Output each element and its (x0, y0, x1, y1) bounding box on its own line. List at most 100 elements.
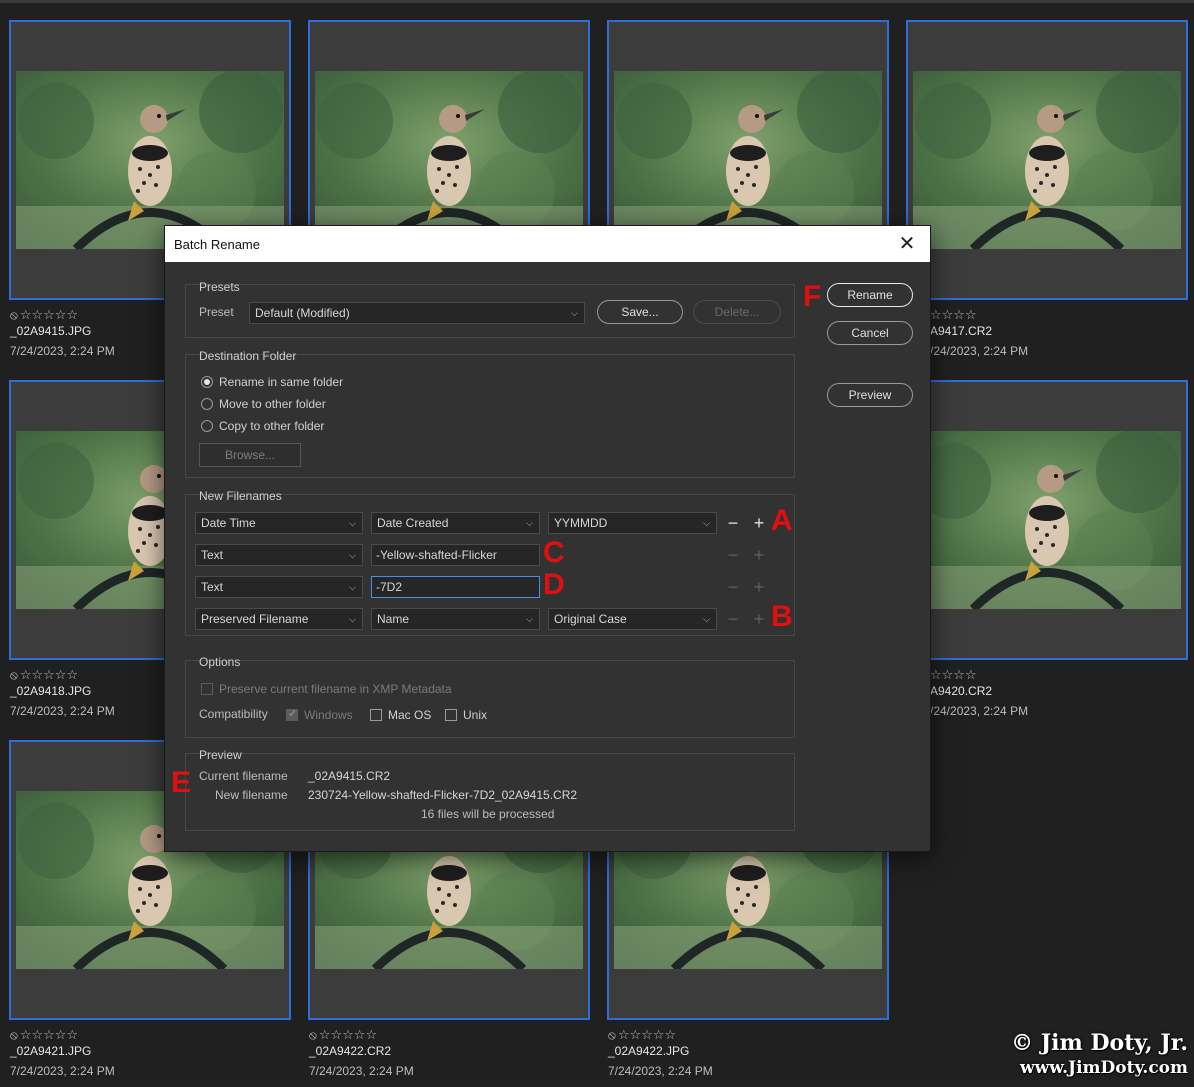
new-filename-label: New filename (215, 788, 288, 802)
new-filenames-section-title: New Filenames (199, 489, 282, 503)
unix-label: Unix (463, 708, 488, 722)
preset-select[interactable]: Default (Modified) ⌵ (249, 302, 585, 324)
preserve-filename-checkbox[interactable] (201, 683, 213, 695)
thumbnail-date: 7/24/2023, 2:24 PM (10, 1064, 115, 1078)
options-section (185, 660, 795, 738)
thumbnail-meta: ⦸ ☆☆☆☆☆ _02A9421.JPG 7/24/2023, 2:24 PM (10, 1027, 290, 1083)
dialog-titlebar: Batch Rename ✕ (165, 226, 930, 262)
thumbnail-meta: ⦸ ☆☆☆☆☆ _02A9422.JPG 7/24/2023, 2:24 PM (608, 1027, 888, 1083)
thumbnail-meta: ☆☆☆☆ A9420.CR2 /24/2023, 2:24 PM (930, 667, 1194, 723)
filename-row-1-format-select[interactable]: YYMMDD ⌵ (548, 512, 717, 534)
annotation-f: F (803, 280, 822, 313)
rating-stars[interactable]: ⦸ ☆☆☆☆☆ (309, 1027, 589, 1043)
macos-label: Mac OS (388, 708, 432, 722)
bridge-content-panel: ⦸ ☆☆☆☆☆ _02A9415.JPG 7/24/2023, 2:24 PM ☆… (0, 0, 1194, 1087)
annotation-e: E (171, 766, 192, 799)
filename-row-4-format-select[interactable]: Original Case ⌵ (548, 608, 717, 630)
dialog-title: Batch Rename (174, 236, 260, 252)
rename-button[interactable]: Rename (827, 283, 913, 307)
radio-rename-same-folder[interactable] (201, 376, 213, 388)
filename-row-2-type: Text (201, 548, 224, 562)
reject-icon[interactable]: ⦸ (10, 1028, 18, 1043)
thumbnail-filename: _02A9422.CR2 (309, 1044, 392, 1058)
thumbnail-date: /24/2023, 2:24 PM (930, 344, 1029, 358)
delete-preset-button[interactable]: Delete... (693, 300, 781, 324)
thumbnail-filename: A9417.CR2 (930, 324, 993, 338)
chevron-down-icon: ⌵ (571, 308, 578, 318)
save-preset-button[interactable]: Save... (597, 300, 683, 324)
minus-icon[interactable]: − (725, 610, 741, 628)
filename-row-2-text-input[interactable]: -Yellow-shafted-Flicker (371, 544, 540, 566)
move-other-folder-label[interactable]: Move to other folder (219, 397, 326, 411)
copy-other-folder-label[interactable]: Copy to other folder (219, 419, 324, 433)
radio-move-other-folder[interactable] (201, 398, 213, 410)
chevron-down-icon: ⌵ (349, 518, 356, 528)
thumbnail-meta: ☆☆☆☆ A9417.CR2 /24/2023, 2:24 PM (930, 307, 1194, 363)
reject-icon[interactable]: ⦸ (608, 1028, 616, 1043)
filename-row-1-field: Date Created (377, 516, 449, 530)
thumbnail-meta: ⦸ ☆☆☆☆☆ _02A9422.CR2 7/24/2023, 2:24 PM (309, 1027, 589, 1083)
rating-stars[interactable]: ⦸ ☆☆☆☆☆ (10, 1027, 290, 1043)
macos-checkbox[interactable] (370, 709, 382, 721)
rename-same-folder-label[interactable]: Rename in same folder (219, 375, 343, 389)
watermark-copyright: © Jim Doty, Jr. (1011, 1030, 1188, 1056)
filename-row-3-type-select[interactable]: Text ⌵ (195, 576, 363, 598)
annotation-b: B (771, 600, 793, 633)
thumbnail-card[interactable] (906, 380, 1188, 660)
reject-icon[interactable]: ⦸ (309, 1028, 317, 1043)
radio-copy-other-folder[interactable] (201, 420, 213, 432)
options-section-title: Options (199, 655, 241, 669)
thumbnail-date: /24/2023, 2:24 PM (930, 704, 1029, 718)
filename-row-2-type-select[interactable]: Text ⌵ (195, 544, 363, 566)
chevron-down-icon: ⌵ (703, 518, 710, 528)
chevron-down-icon: ⌵ (349, 582, 356, 592)
current-filename-value: _02A9415.CR2 (308, 769, 391, 783)
thumbnail-date: 7/24/2023, 2:24 PM (309, 1064, 414, 1078)
windows-checkbox[interactable] (286, 707, 298, 721)
current-filename-label: Current filename (199, 769, 288, 783)
minus-icon[interactable]: − (725, 546, 741, 564)
filename-row-4-type-select[interactable]: Preserved Filename ⌵ (195, 608, 363, 630)
filename-row-4-field-select[interactable]: Name ⌵ (371, 608, 540, 630)
thumbnail-card[interactable] (906, 20, 1188, 300)
preview-button[interactable]: Preview (827, 383, 913, 407)
reject-icon[interactable]: ⦸ (10, 668, 18, 683)
watermark-url: www.JimDoty.com (1019, 1058, 1188, 1078)
thumbnail-filename: A9420.CR2 (930, 684, 993, 698)
new-filename-value: 230724-Yellow-shafted-Flicker-7D2_02A941… (308, 788, 578, 802)
filename-row-1-format: YYMMDD (554, 516, 608, 530)
filename-row-3-type: Text (201, 580, 224, 594)
bird-photo (913, 431, 1181, 609)
bird-photo (315, 71, 583, 249)
windows-label: Windows (304, 708, 353, 722)
preset-label: Preset (199, 305, 234, 319)
filename-row-1-field-select[interactable]: Date Created ⌵ (371, 512, 540, 534)
filename-row-4-field: Name (377, 612, 410, 626)
filename-row-1-type-select[interactable]: Date Time ⌵ (195, 512, 363, 534)
minus-icon[interactable]: − (725, 514, 741, 532)
reject-icon[interactable]: ⦸ (10, 308, 18, 323)
thumbnail-filename: _02A9421.JPG (10, 1044, 92, 1058)
filename-row-4-type: Preserved Filename (201, 612, 309, 626)
rating-stars[interactable]: ☆☆☆☆ (930, 307, 1194, 323)
chevron-down-icon: ⌵ (526, 614, 533, 624)
compatibility-label: Compatibility (199, 707, 268, 721)
plus-icon[interactable]: + (751, 610, 767, 628)
close-icon[interactable]: ✕ (896, 233, 918, 255)
thumbnail-date: 7/24/2023, 2:24 PM (608, 1064, 713, 1078)
plus-icon[interactable]: + (751, 578, 767, 596)
minus-icon[interactable]: − (725, 578, 741, 596)
rating-stars[interactable]: ⦸ ☆☆☆☆☆ (608, 1027, 888, 1043)
plus-icon[interactable]: + (751, 546, 767, 564)
chevron-down-icon: ⌵ (703, 614, 710, 624)
unix-checkbox[interactable] (445, 709, 457, 721)
presets-section-title: Presets (199, 280, 240, 294)
filename-row-3-text-input[interactable]: -7D2 (371, 576, 540, 598)
filename-row-4-format: Original Case (554, 612, 627, 626)
filename-row-1-type: Date Time (201, 516, 256, 530)
cancel-button[interactable]: Cancel (827, 321, 913, 345)
rating-stars[interactable]: ☆☆☆☆ (930, 667, 1194, 683)
annotation-d: D (543, 568, 565, 601)
plus-icon[interactable]: + (751, 514, 767, 532)
browse-button[interactable]: Browse... (199, 443, 301, 467)
